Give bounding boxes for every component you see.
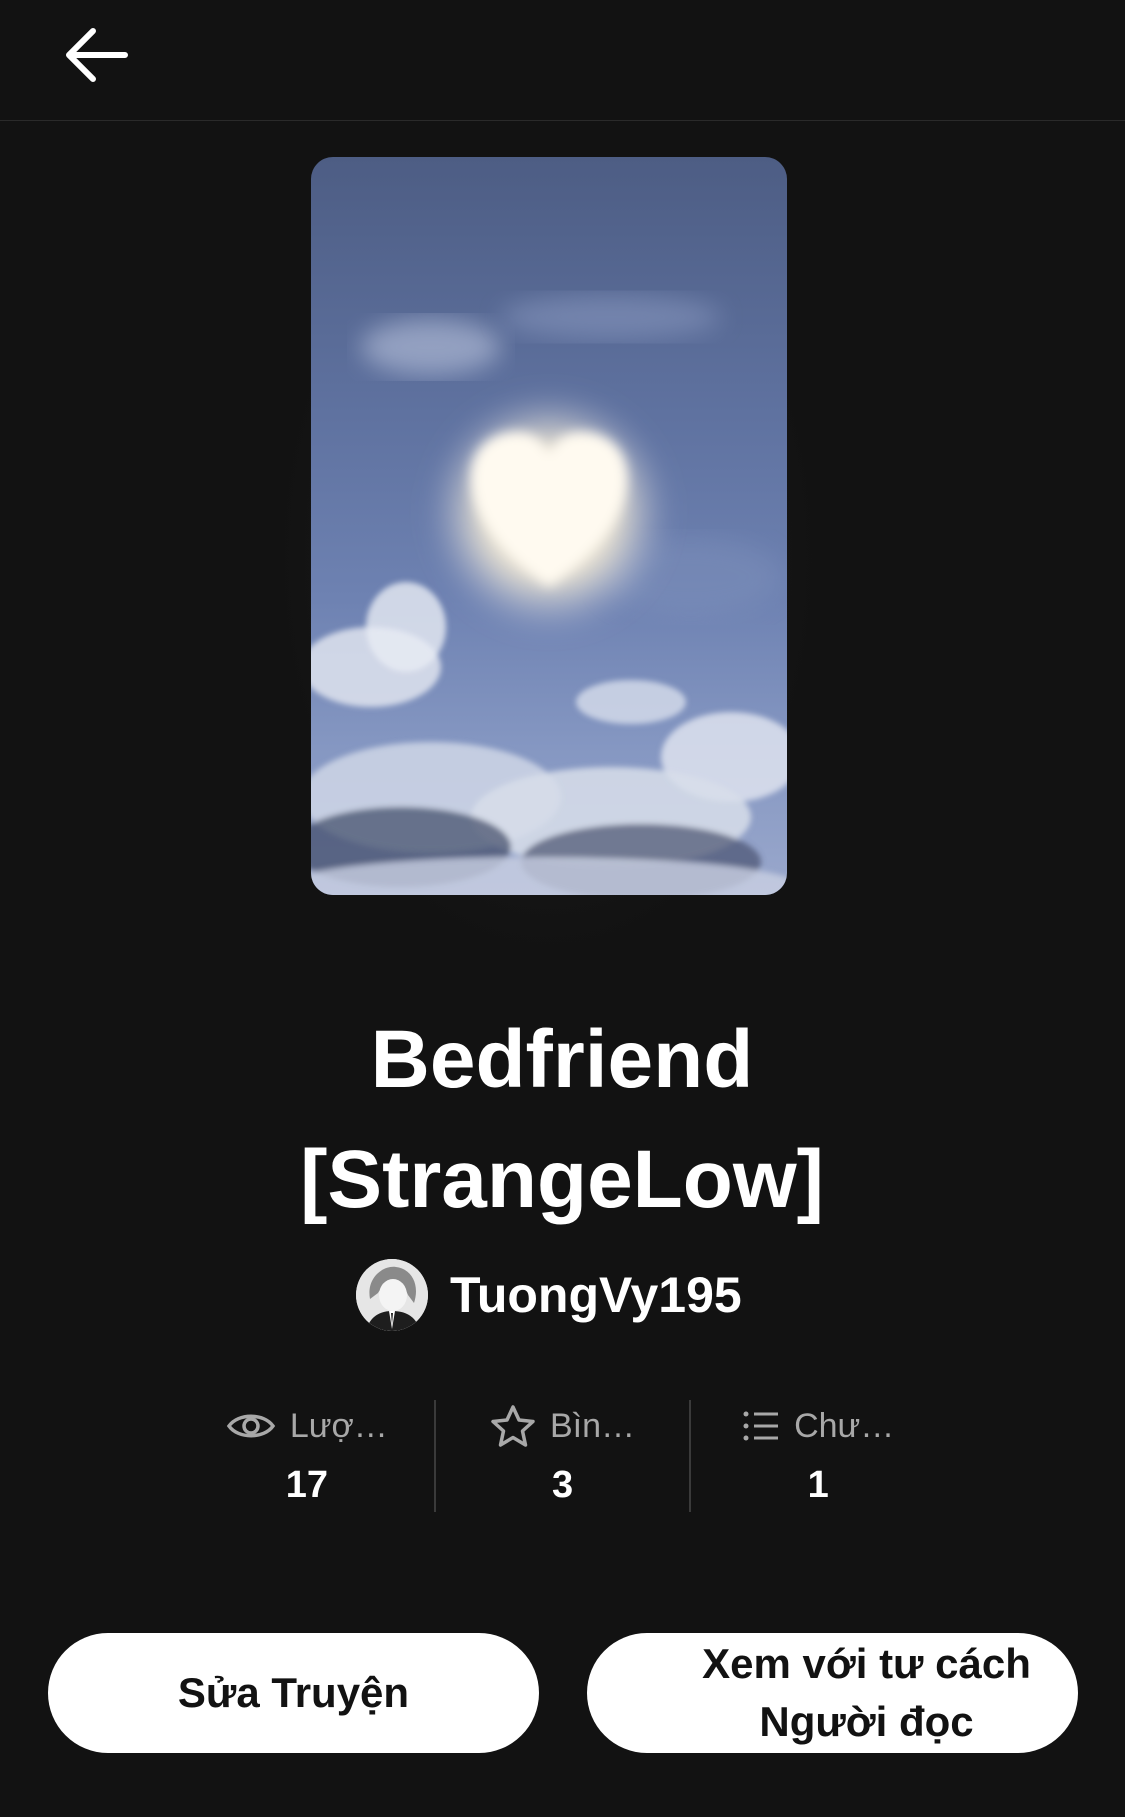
stat-label: Chư… [794, 1406, 895, 1445]
cover-art [311, 295, 787, 895]
stat-value: 3 [551, 1464, 574, 1506]
author-name: TuongVy195 [450, 1267, 742, 1323]
avatar [356, 1259, 428, 1331]
eye-icon [226, 1408, 276, 1444]
stat-value: 17 [285, 1464, 328, 1506]
author-link[interactable]: TuongVy195 [356, 1257, 742, 1333]
stat-parts: Chư… 1 [691, 1400, 945, 1515]
stat-votes: Bìn… 3 [436, 1400, 690, 1515]
story-stats: Lượ… 17 Bìn… 3 Chư… 1 [180, 1400, 945, 1515]
back-button[interactable] [56, 20, 136, 90]
list-icon [742, 1409, 780, 1443]
stat-value: 1 [807, 1464, 829, 1506]
stat-label: Lượ… [289, 1406, 388, 1445]
view-as-reader-button[interactable]: Xem với tư cách Người đọc [587, 1633, 1078, 1753]
story-title: Bedfriend [StrangeLow] [300, 1014, 824, 1225]
stat-reads: Lượ… 17 [180, 1400, 434, 1515]
story-cover [311, 157, 787, 895]
top-bar [0, 0, 1125, 121]
edit-story-button[interactable]: Sửa Truyện [48, 1633, 539, 1753]
star-icon [490, 1404, 536, 1448]
arrow-left-icon [66, 28, 128, 82]
stat-label: Bìn… [549, 1406, 636, 1445]
story-details-screen: Bedfriend [StrangeLow] TuongVy195 Lượ… 1… [0, 0, 1125, 1817]
